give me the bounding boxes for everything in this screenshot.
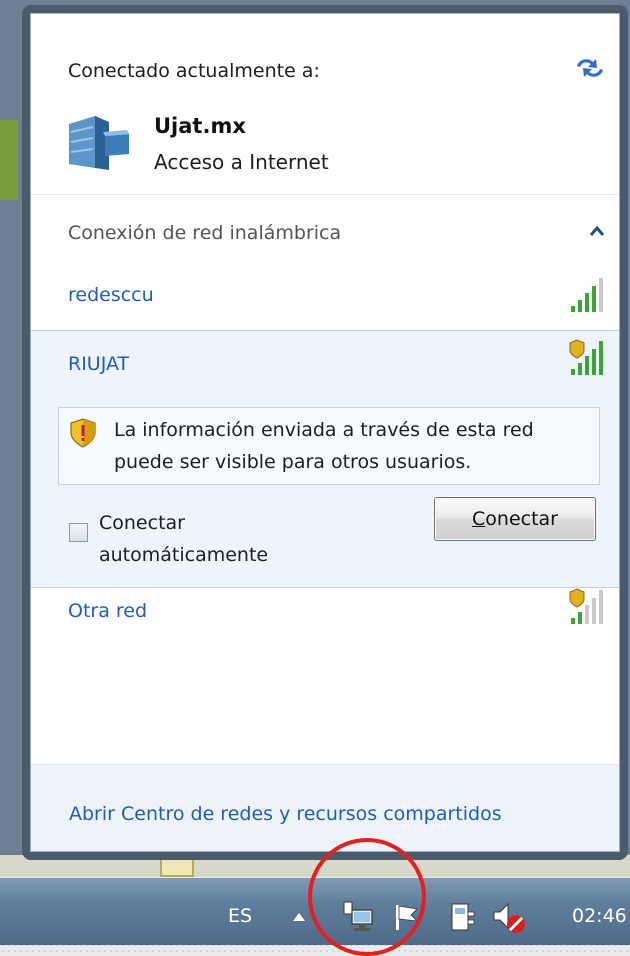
connected-network-name: Ujat.mx <box>154 114 246 138</box>
open-network-center-link[interactable]: Abrir Centro de redes y recursos compart… <box>69 803 502 825</box>
network-flyout: Conectado actualmente a: Ujat.mx Acceso … <box>22 5 628 860</box>
power-plug-icon[interactable] <box>446 900 476 934</box>
volume-muted-icon[interactable] <box>490 900 530 936</box>
network-item-redesccu[interactable]: redesccu <box>68 284 154 306</box>
flyout-footer: Abrir Centro de redes y recursos compart… <box>31 765 619 851</box>
connected-network-status: Acceso a Internet <box>154 150 329 174</box>
background-toolbar-item <box>160 857 194 877</box>
auto-connect-checkbox[interactable] <box>69 523 88 542</box>
security-warning-text: La información enviada a través de esta … <box>114 419 534 473</box>
wireless-section-title[interactable]: Conexión de red inalámbrica <box>68 222 341 244</box>
refresh-arrows-icon[interactable] <box>573 54 607 82</box>
security-warning-box: La información enviada a través de esta … <box>58 407 600 485</box>
network-item-otra-red[interactable]: Otra red <box>68 600 147 622</box>
taskbar-clock[interactable]: 02:46 <box>572 905 627 927</box>
highlight-circle <box>308 838 426 956</box>
show-hidden-icons-arrow[interactable] <box>292 912 306 922</box>
connect-button-label: onectar <box>485 508 558 530</box>
connect-button-access-key: C <box>472 508 486 530</box>
secured-signal-icon <box>569 339 603 375</box>
network-server-icon <box>69 116 129 170</box>
shield-warning-icon <box>70 418 96 448</box>
auto-connect-label[interactable]: Conectar automáticamente <box>99 507 339 571</box>
secured-signal-icon <box>569 588 603 624</box>
connect-button[interactable]: Conectar <box>434 497 596 541</box>
background-decoration <box>0 120 18 200</box>
network-flyout-panel: Conectado actualmente a: Ujat.mx Acceso … <box>30 13 620 852</box>
signal-strength-icon <box>571 278 603 312</box>
chevron-up-icon[interactable] <box>589 225 605 237</box>
connected-to-header: Conectado actualmente a: <box>68 60 320 82</box>
selected-network-panel[interactable]: RIUJAT La información enviada a través d… <box>31 330 619 588</box>
divider <box>31 194 619 195</box>
language-indicator[interactable]: ES <box>228 905 252 927</box>
network-item-riujat[interactable]: RIUJAT <box>68 353 129 375</box>
